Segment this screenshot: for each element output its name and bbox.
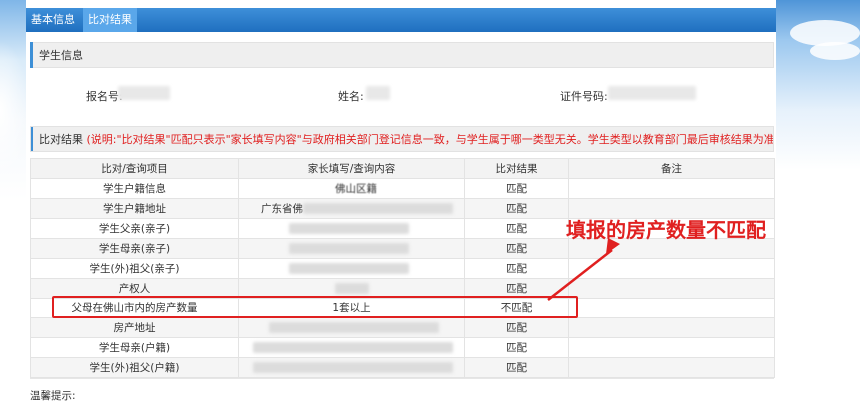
- annotation-arrow-line: [547, 249, 613, 301]
- divider: [30, 378, 774, 379]
- mismatch-annotation: 填报的房产数量不匹配: [566, 218, 766, 242]
- reminder-label: 温馨提示:: [30, 390, 76, 402]
- annotation-arrow: [547, 238, 620, 301]
